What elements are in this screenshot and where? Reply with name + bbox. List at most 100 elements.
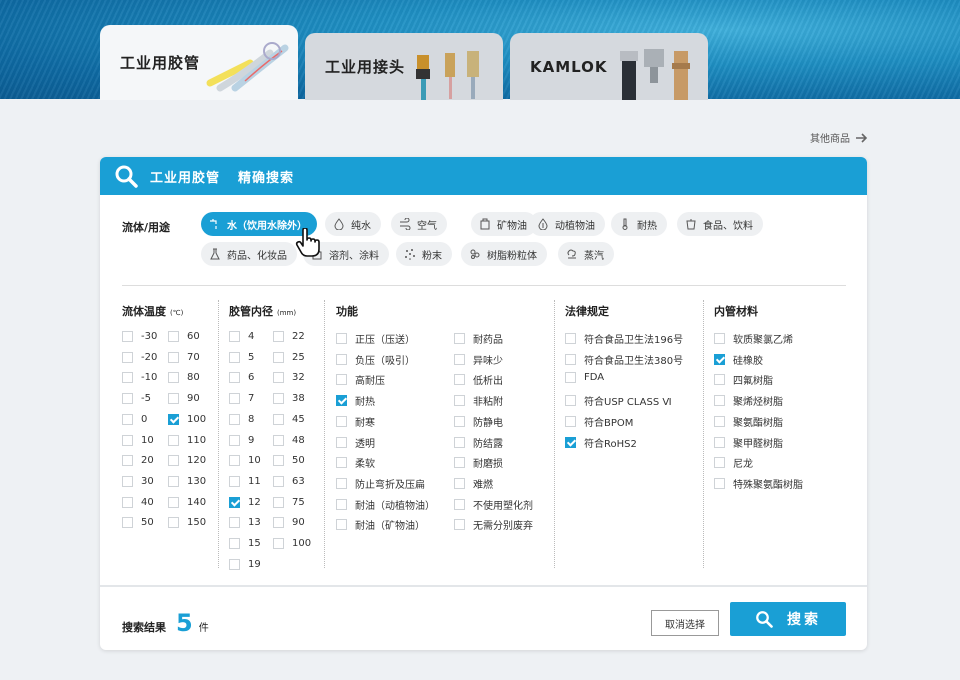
- function-checkbox-item[interactable]: 耐热: [336, 393, 375, 408]
- checkbox[interactable]: [454, 333, 465, 344]
- chip-steam[interactable]: 蒸汽: [558, 242, 614, 266]
- chip-air[interactable]: 空气: [391, 212, 447, 236]
- checkbox[interactable]: [122, 517, 133, 529]
- checkbox[interactable]: [454, 477, 465, 489]
- temperature-checkbox-item[interactable]: 80: [168, 372, 200, 384]
- checkbox[interactable]: [336, 477, 347, 489]
- function-checkbox-item[interactable]: 防止弯折及压扁: [336, 476, 425, 491]
- checkbox[interactable]: [273, 517, 284, 529]
- checkbox-checked[interactable]: [714, 353, 725, 365]
- checkbox[interactable]: [714, 415, 725, 427]
- function-checkbox-item[interactable]: 柔软: [336, 455, 375, 470]
- function-checkbox-item[interactable]: 非粘附: [454, 393, 503, 408]
- checkbox[interactable]: [454, 415, 465, 427]
- diameter-checkbox-item[interactable]: 10: [229, 455, 261, 467]
- checkbox[interactable]: [168, 434, 179, 446]
- function-checkbox-item[interactable]: 正压（压送）: [336, 331, 415, 346]
- checkbox[interactable]: [273, 538, 284, 549]
- temperature-checkbox-item[interactable]: 70: [168, 351, 200, 363]
- checkbox[interactable]: [336, 374, 347, 386]
- material-checkbox-item[interactable]: 尼龙: [714, 455, 753, 470]
- checkbox[interactable]: [273, 434, 284, 446]
- clear-selection-button[interactable]: 取消选择: [651, 610, 719, 636]
- checkbox[interactable]: [122, 351, 133, 363]
- checkbox[interactable]: [122, 331, 133, 342]
- checkbox[interactable]: [229, 538, 240, 549]
- temperature-checkbox-item[interactable]: -30: [122, 331, 157, 342]
- law-checkbox-item[interactable]: 符合RoHS2: [565, 435, 637, 450]
- checkbox[interactable]: [714, 457, 725, 469]
- checkbox[interactable]: [454, 353, 465, 365]
- chip-plant-oil[interactable]: 动植物油: [529, 212, 605, 236]
- temperature-checkbox-item[interactable]: 150: [168, 517, 206, 529]
- function-checkbox-item[interactable]: 耐药品: [454, 331, 503, 346]
- checkbox[interactable]: [273, 413, 284, 425]
- checkbox[interactable]: [714, 436, 725, 448]
- checkbox[interactable]: [714, 374, 725, 386]
- checkbox[interactable]: [454, 498, 465, 510]
- function-checkbox-item[interactable]: 防结露: [454, 435, 503, 450]
- checkbox[interactable]: [229, 393, 240, 405]
- law-checkbox-item[interactable]: 符合USP CLASS Ⅵ: [565, 393, 672, 408]
- diameter-checkbox-item[interactable]: 7: [229, 393, 254, 405]
- tab-kamlok[interactable]: KAMLOK: [510, 33, 708, 100]
- checkbox[interactable]: [336, 436, 347, 448]
- checkbox-checked[interactable]: [229, 496, 240, 508]
- diameter-checkbox-item[interactable]: 13: [229, 517, 261, 529]
- checkbox[interactable]: [229, 517, 240, 529]
- checkbox[interactable]: [336, 519, 347, 531]
- diameter-checkbox-item[interactable]: 11: [229, 475, 261, 487]
- checkbox[interactable]: [229, 413, 240, 425]
- diameter-checkbox-item[interactable]: 12: [229, 496, 261, 508]
- checkbox[interactable]: [454, 457, 465, 469]
- material-checkbox-item[interactable]: 软质聚氯乙烯: [714, 331, 793, 346]
- material-checkbox-item[interactable]: 聚氨酯树脂: [714, 414, 783, 429]
- checkbox[interactable]: [229, 455, 240, 467]
- checkbox[interactable]: [229, 475, 240, 487]
- material-checkbox-item[interactable]: 四氟树脂: [714, 372, 773, 387]
- diameter-checkbox-item[interactable]: 19: [229, 558, 261, 570]
- checkbox[interactable]: [122, 496, 133, 508]
- law-checkbox-item[interactable]: FDA: [565, 372, 604, 384]
- checkbox[interactable]: [336, 415, 347, 427]
- function-checkbox-item[interactable]: 异味少: [454, 352, 503, 367]
- checkbox[interactable]: [229, 372, 240, 384]
- checkbox[interactable]: [273, 372, 284, 384]
- diameter-checkbox-item[interactable]: 48: [273, 434, 305, 446]
- temperature-checkbox-item[interactable]: 50: [122, 517, 154, 529]
- diameter-checkbox-item[interactable]: 8: [229, 413, 254, 425]
- checkbox[interactable]: [565, 333, 576, 344]
- checkbox[interactable]: [168, 372, 179, 384]
- tab-industrial-hose[interactable]: 工业用胶管: [100, 25, 298, 100]
- checkbox[interactable]: [229, 331, 240, 342]
- temperature-checkbox-item[interactable]: 110: [168, 434, 206, 446]
- diameter-checkbox-item[interactable]: 63: [273, 475, 305, 487]
- checkbox[interactable]: [229, 351, 240, 363]
- temperature-checkbox-item[interactable]: -10: [122, 372, 157, 384]
- temperature-checkbox-item[interactable]: 0: [122, 413, 147, 425]
- temperature-checkbox-item[interactable]: 10: [122, 434, 154, 446]
- checkbox[interactable]: [168, 331, 179, 342]
- temperature-checkbox-item[interactable]: 40: [122, 496, 154, 508]
- checkbox[interactable]: [273, 331, 284, 342]
- checkbox[interactable]: [122, 372, 133, 384]
- temperature-checkbox-item[interactable]: 90: [168, 393, 200, 405]
- checkbox[interactable]: [273, 351, 284, 363]
- diameter-checkbox-item[interactable]: 5: [229, 351, 254, 363]
- function-checkbox-item[interactable]: 低析出: [454, 372, 503, 387]
- diameter-checkbox-item[interactable]: 9: [229, 434, 254, 446]
- temperature-checkbox-item[interactable]: -5: [122, 393, 151, 405]
- checkbox[interactable]: [168, 393, 179, 405]
- checkbox-checked[interactable]: [565, 436, 576, 448]
- checkbox[interactable]: [122, 393, 133, 405]
- law-checkbox-item[interactable]: 符合食品卫生法380号: [565, 352, 683, 367]
- temperature-checkbox-item[interactable]: -20: [122, 351, 157, 363]
- diameter-checkbox-item[interactable]: 32: [273, 372, 305, 384]
- diameter-checkbox-item[interactable]: 50: [273, 455, 305, 467]
- function-checkbox-item[interactable]: 耐油（动植物油）: [336, 497, 435, 512]
- checkbox[interactable]: [168, 496, 179, 508]
- function-checkbox-item[interactable]: 耐磨损: [454, 455, 503, 470]
- material-checkbox-item[interactable]: 聚甲醛树脂: [714, 435, 783, 450]
- diameter-checkbox-item[interactable]: 90: [273, 517, 305, 529]
- chip-medicine-cosmetics[interactable]: 药品、化妆品: [201, 242, 297, 266]
